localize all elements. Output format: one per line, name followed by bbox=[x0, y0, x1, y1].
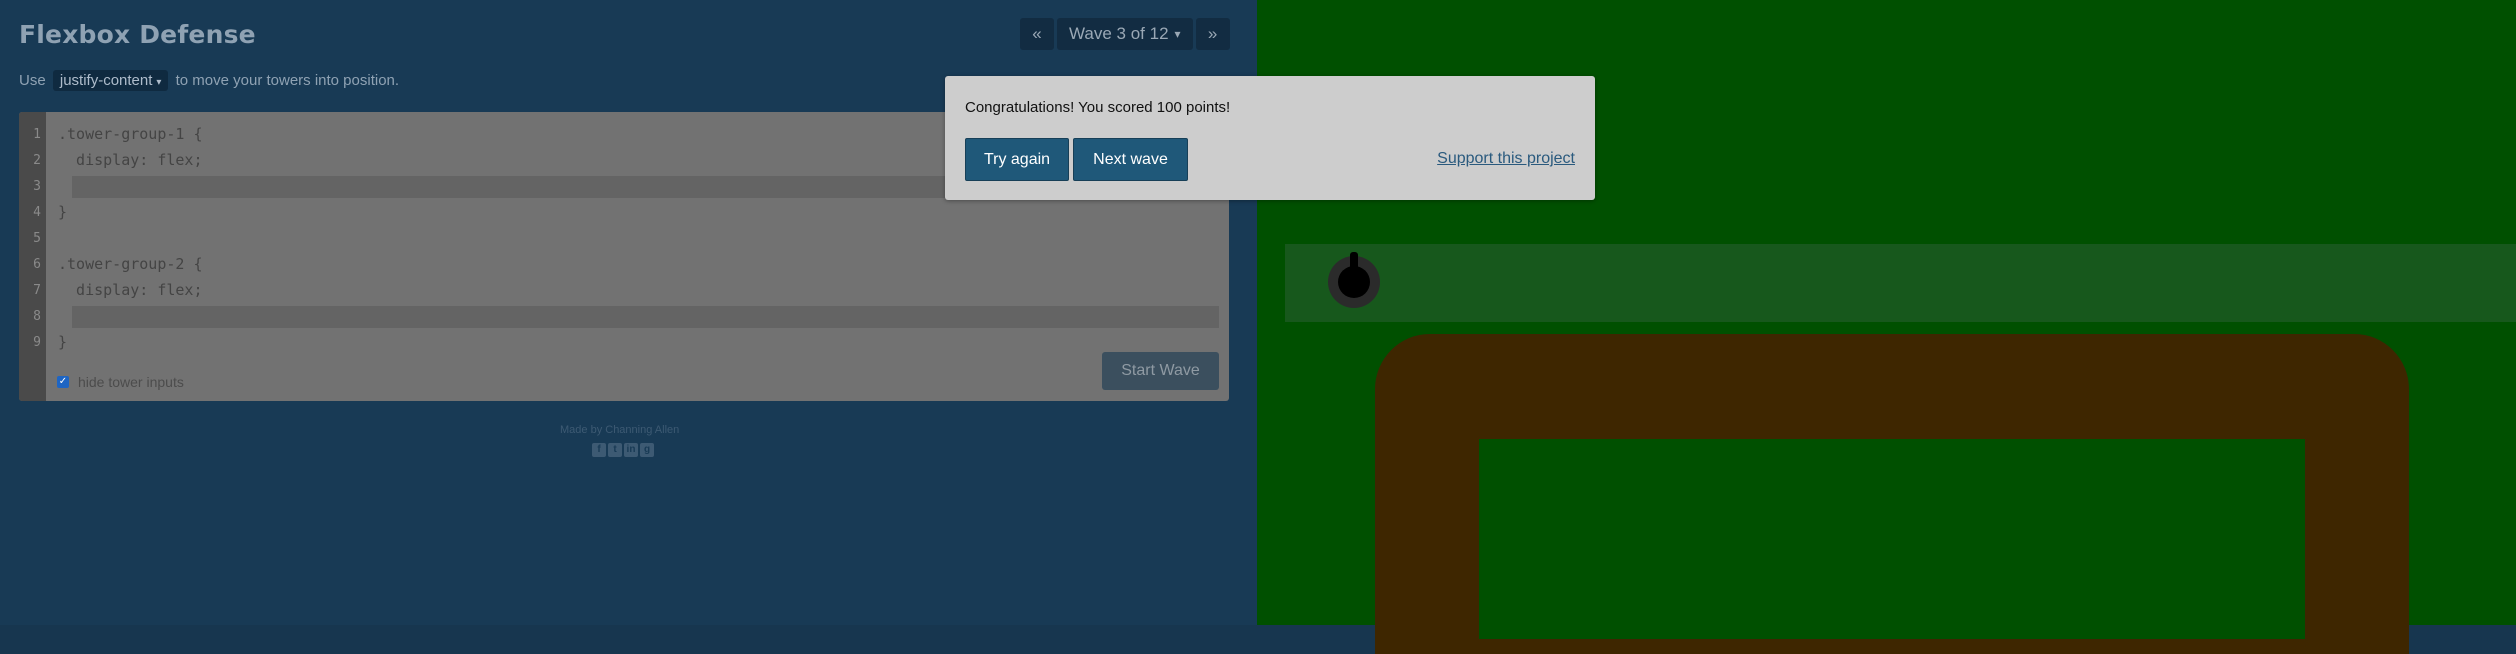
hide-inputs-checkbox[interactable]: ✓ bbox=[57, 376, 69, 388]
twitter-icon[interactable]: t bbox=[608, 443, 622, 457]
hide-inputs-label[interactable]: hide tower inputs bbox=[78, 374, 184, 390]
wave-selector[interactable]: Wave 3 of 12 ▾ bbox=[1057, 18, 1193, 50]
line-number: 5 bbox=[33, 231, 41, 246]
credit-text[interactable]: Made by Channing Allen bbox=[560, 424, 679, 436]
instructions-prefix: Use bbox=[19, 72, 46, 89]
line-number: 8 bbox=[33, 309, 41, 324]
result-message: Congratulations! You scored 100 points! bbox=[965, 99, 1231, 116]
wave-navigation: « Wave 3 of 12 ▾ » bbox=[1020, 18, 1230, 50]
result-dialog: Congratulations! You scored 100 points! … bbox=[945, 76, 1595, 200]
line-gutter: 1 2 3 4 5 6 7 8 9 bbox=[19, 112, 46, 401]
tower-barrel bbox=[1350, 252, 1358, 274]
property-dropdown[interactable]: justify-content ▾ bbox=[52, 70, 169, 91]
facebook-icon[interactable]: f bbox=[592, 443, 606, 457]
line-number: 7 bbox=[33, 283, 41, 298]
support-link[interactable]: Support this project bbox=[1437, 150, 1575, 168]
linkedin-icon[interactable]: in bbox=[624, 443, 638, 457]
social-links: f t in g bbox=[592, 443, 654, 457]
chevron-down-icon: ▾ bbox=[1174, 27, 1181, 41]
wave-label: Wave 3 of 12 bbox=[1069, 24, 1169, 43]
line-number: 9 bbox=[33, 335, 41, 350]
chevron-down-icon: ▾ bbox=[156, 77, 162, 88]
code-line: .tower-group-1 { bbox=[58, 125, 203, 143]
code-line: display: flex; bbox=[58, 281, 203, 299]
line-number: 6 bbox=[33, 257, 41, 272]
github-icon[interactable]: g bbox=[640, 443, 654, 457]
next-wave-button[interactable]: Next wave bbox=[1073, 138, 1188, 181]
start-wave-button[interactable]: Start Wave bbox=[1102, 352, 1219, 390]
code-line: .tower-group-2 { bbox=[58, 255, 203, 273]
line-number: 1 bbox=[33, 127, 41, 142]
tower-group-2-input[interactable] bbox=[72, 306, 1219, 328]
property-name: justify-content bbox=[59, 72, 153, 89]
tower bbox=[1328, 252, 1380, 308]
tower-lane bbox=[1285, 244, 2516, 322]
grass-area bbox=[1479, 439, 2305, 639]
previous-wave-button[interactable]: « bbox=[1020, 18, 1054, 50]
line-number: 3 bbox=[33, 179, 41, 194]
next-wave-nav-button[interactable]: » bbox=[1195, 18, 1230, 50]
try-again-button[interactable]: Try again bbox=[965, 138, 1069, 181]
code-line: } bbox=[58, 333, 68, 351]
code-line: display: flex; bbox=[58, 151, 203, 169]
code-line: } bbox=[58, 203, 68, 221]
line-number: 2 bbox=[33, 153, 41, 168]
instructions-suffix: to move your towers into position. bbox=[175, 72, 400, 89]
line-number: 4 bbox=[33, 205, 41, 220]
instructions: Use justify-content ▾ to move your towers… bbox=[19, 70, 400, 91]
page-title: Flexbox Defense bbox=[19, 20, 256, 49]
